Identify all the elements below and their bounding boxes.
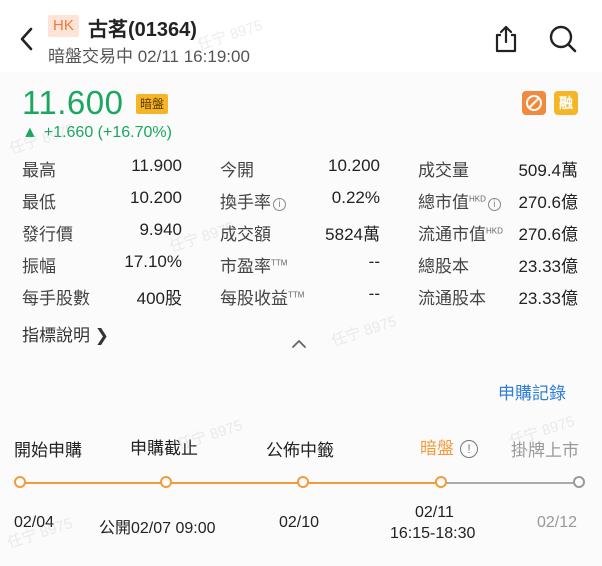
stat-value-volume: 509.4萬 [518, 161, 578, 180]
no-short-icon[interactable] [522, 91, 546, 115]
stat-value-total-shares: 23.33億 [518, 257, 578, 276]
date-subscription-close: 公開02/07 09:00 [99, 520, 216, 537]
pe-label: 市盈率 [220, 257, 271, 276]
stat-value-market-cap: 270.6億 [518, 193, 578, 212]
up-triangle-icon: ▲ [22, 124, 38, 141]
stat-label-total-shares: 總股本 [418, 257, 469, 276]
stat-value-high: 11.900 [131, 156, 182, 175]
eps-ttm: TTM [288, 290, 305, 300]
timeline-remaining-line [441, 482, 579, 484]
stat-label-amplitude: 振幅 [22, 257, 56, 276]
market-cap-label: 總市值 [418, 193, 469, 212]
date-dark-pool: 02/11 [415, 504, 454, 521]
date-allotment-result: 02/10 [279, 514, 320, 531]
stat-value-lot-size: 400股 [136, 289, 182, 308]
stage-start-subscription: 開始申購 [14, 441, 82, 460]
quote-panel: 11.600 暗盤 ▲ +1.660 (+16.70%) 融 最高 11.900 … [0, 72, 602, 566]
timeline-node [573, 476, 585, 488]
trading-status: 暗盤交易中 02/11 16:19:00 [48, 47, 250, 66]
stat-label-low: 最低 [22, 193, 56, 212]
price-change: ▲ +1.660 (+16.70%) [22, 124, 172, 142]
market-badge: HK [48, 15, 79, 37]
stat-value-amplitude: 17.10% [124, 252, 182, 271]
share-icon[interactable] [492, 24, 520, 54]
stat-label-high: 最高 [22, 161, 56, 180]
stage-dark-pool-label: 暗盤 [420, 439, 454, 458]
stat-label-turnover-rate: 換手率 i [220, 188, 286, 213]
current-price: 11.600 [22, 84, 124, 121]
top-bar: HK 古茗(01364) 暗盤交易中 02/11 16:19:00 [0, 0, 602, 72]
date-start-subscription: 02/04 [14, 514, 55, 531]
stat-value-turnover-rate: 0.22% [331, 188, 380, 207]
stage-listing: 掛牌上市 [511, 441, 579, 460]
stat-label-float-shares: 流通股本 [418, 289, 486, 308]
info-icon[interactable]: i [273, 198, 286, 211]
stat-value-turnover: 5824萬 [325, 225, 380, 244]
stat-label-volume: 成交量 [418, 161, 469, 180]
stage-subscription-close: 申購截止 [130, 439, 198, 458]
stat-label-market-cap: 總市值HKDi [418, 188, 501, 213]
stat-label-lot-size: 每手股數 [22, 289, 90, 308]
stat-value-pe: -- [368, 252, 380, 271]
stat-label-offer-price: 發行價 [22, 225, 73, 244]
date-listing: 02/12 [537, 514, 578, 531]
stock-title: 古茗(01364) [88, 19, 197, 41]
stat-label-eps: 每股收益TTM [220, 284, 304, 309]
stat-value-eps: -- [368, 284, 380, 303]
info-icon[interactable]: i [487, 198, 501, 211]
timeline-progress-line [20, 482, 441, 484]
stage-dark-pool: 暗盤! [420, 434, 478, 459]
turnover-rate-label: 換手率 [220, 193, 271, 212]
stat-value-float-cap: 270.6億 [518, 225, 578, 244]
back-arrow-icon[interactable] [16, 24, 38, 54]
timeline-node [160, 476, 172, 488]
stat-value-offer-price: 9.940 [139, 220, 182, 239]
dark-pool-badge: 暗盤 [136, 94, 169, 114]
stat-label-turnover: 成交額 [220, 225, 271, 244]
indicator-explanation-link[interactable]: 指標說明 ❯ [22, 321, 109, 346]
stat-label-float-cap: 流通市值HKD [418, 220, 503, 245]
eps-label: 每股收益 [220, 289, 288, 308]
stat-label-open: 今開 [220, 161, 254, 180]
timeline-node [14, 476, 26, 488]
stat-value-low: 10.200 [130, 188, 182, 207]
stat-value-float-shares: 23.33億 [518, 289, 578, 308]
price-change-value: +1.660 (+16.70%) [43, 124, 172, 141]
subscription-record-link[interactable]: 申購記錄 [498, 379, 566, 404]
search-icon[interactable] [548, 24, 578, 54]
timeline-node [435, 476, 447, 488]
float-cap-label: 流通市值 [418, 225, 486, 244]
margin-icon[interactable]: 融 [554, 91, 578, 115]
stage-allotment-result: 公佈中籤 [266, 441, 334, 460]
pe-ttm: TTM [271, 258, 288, 268]
timeline-node [297, 476, 309, 488]
time-dark-pool: 16:15-18:30 [390, 525, 476, 542]
stat-value-open: 10.200 [328, 156, 380, 175]
info-icon[interactable]: ! [460, 440, 478, 458]
market-cap-currency: HKD [469, 194, 486, 204]
float-cap-currency: HKD [486, 226, 503, 236]
chevron-up-icon[interactable] [290, 336, 308, 350]
stat-label-pe: 市盈率TTM [220, 252, 287, 277]
